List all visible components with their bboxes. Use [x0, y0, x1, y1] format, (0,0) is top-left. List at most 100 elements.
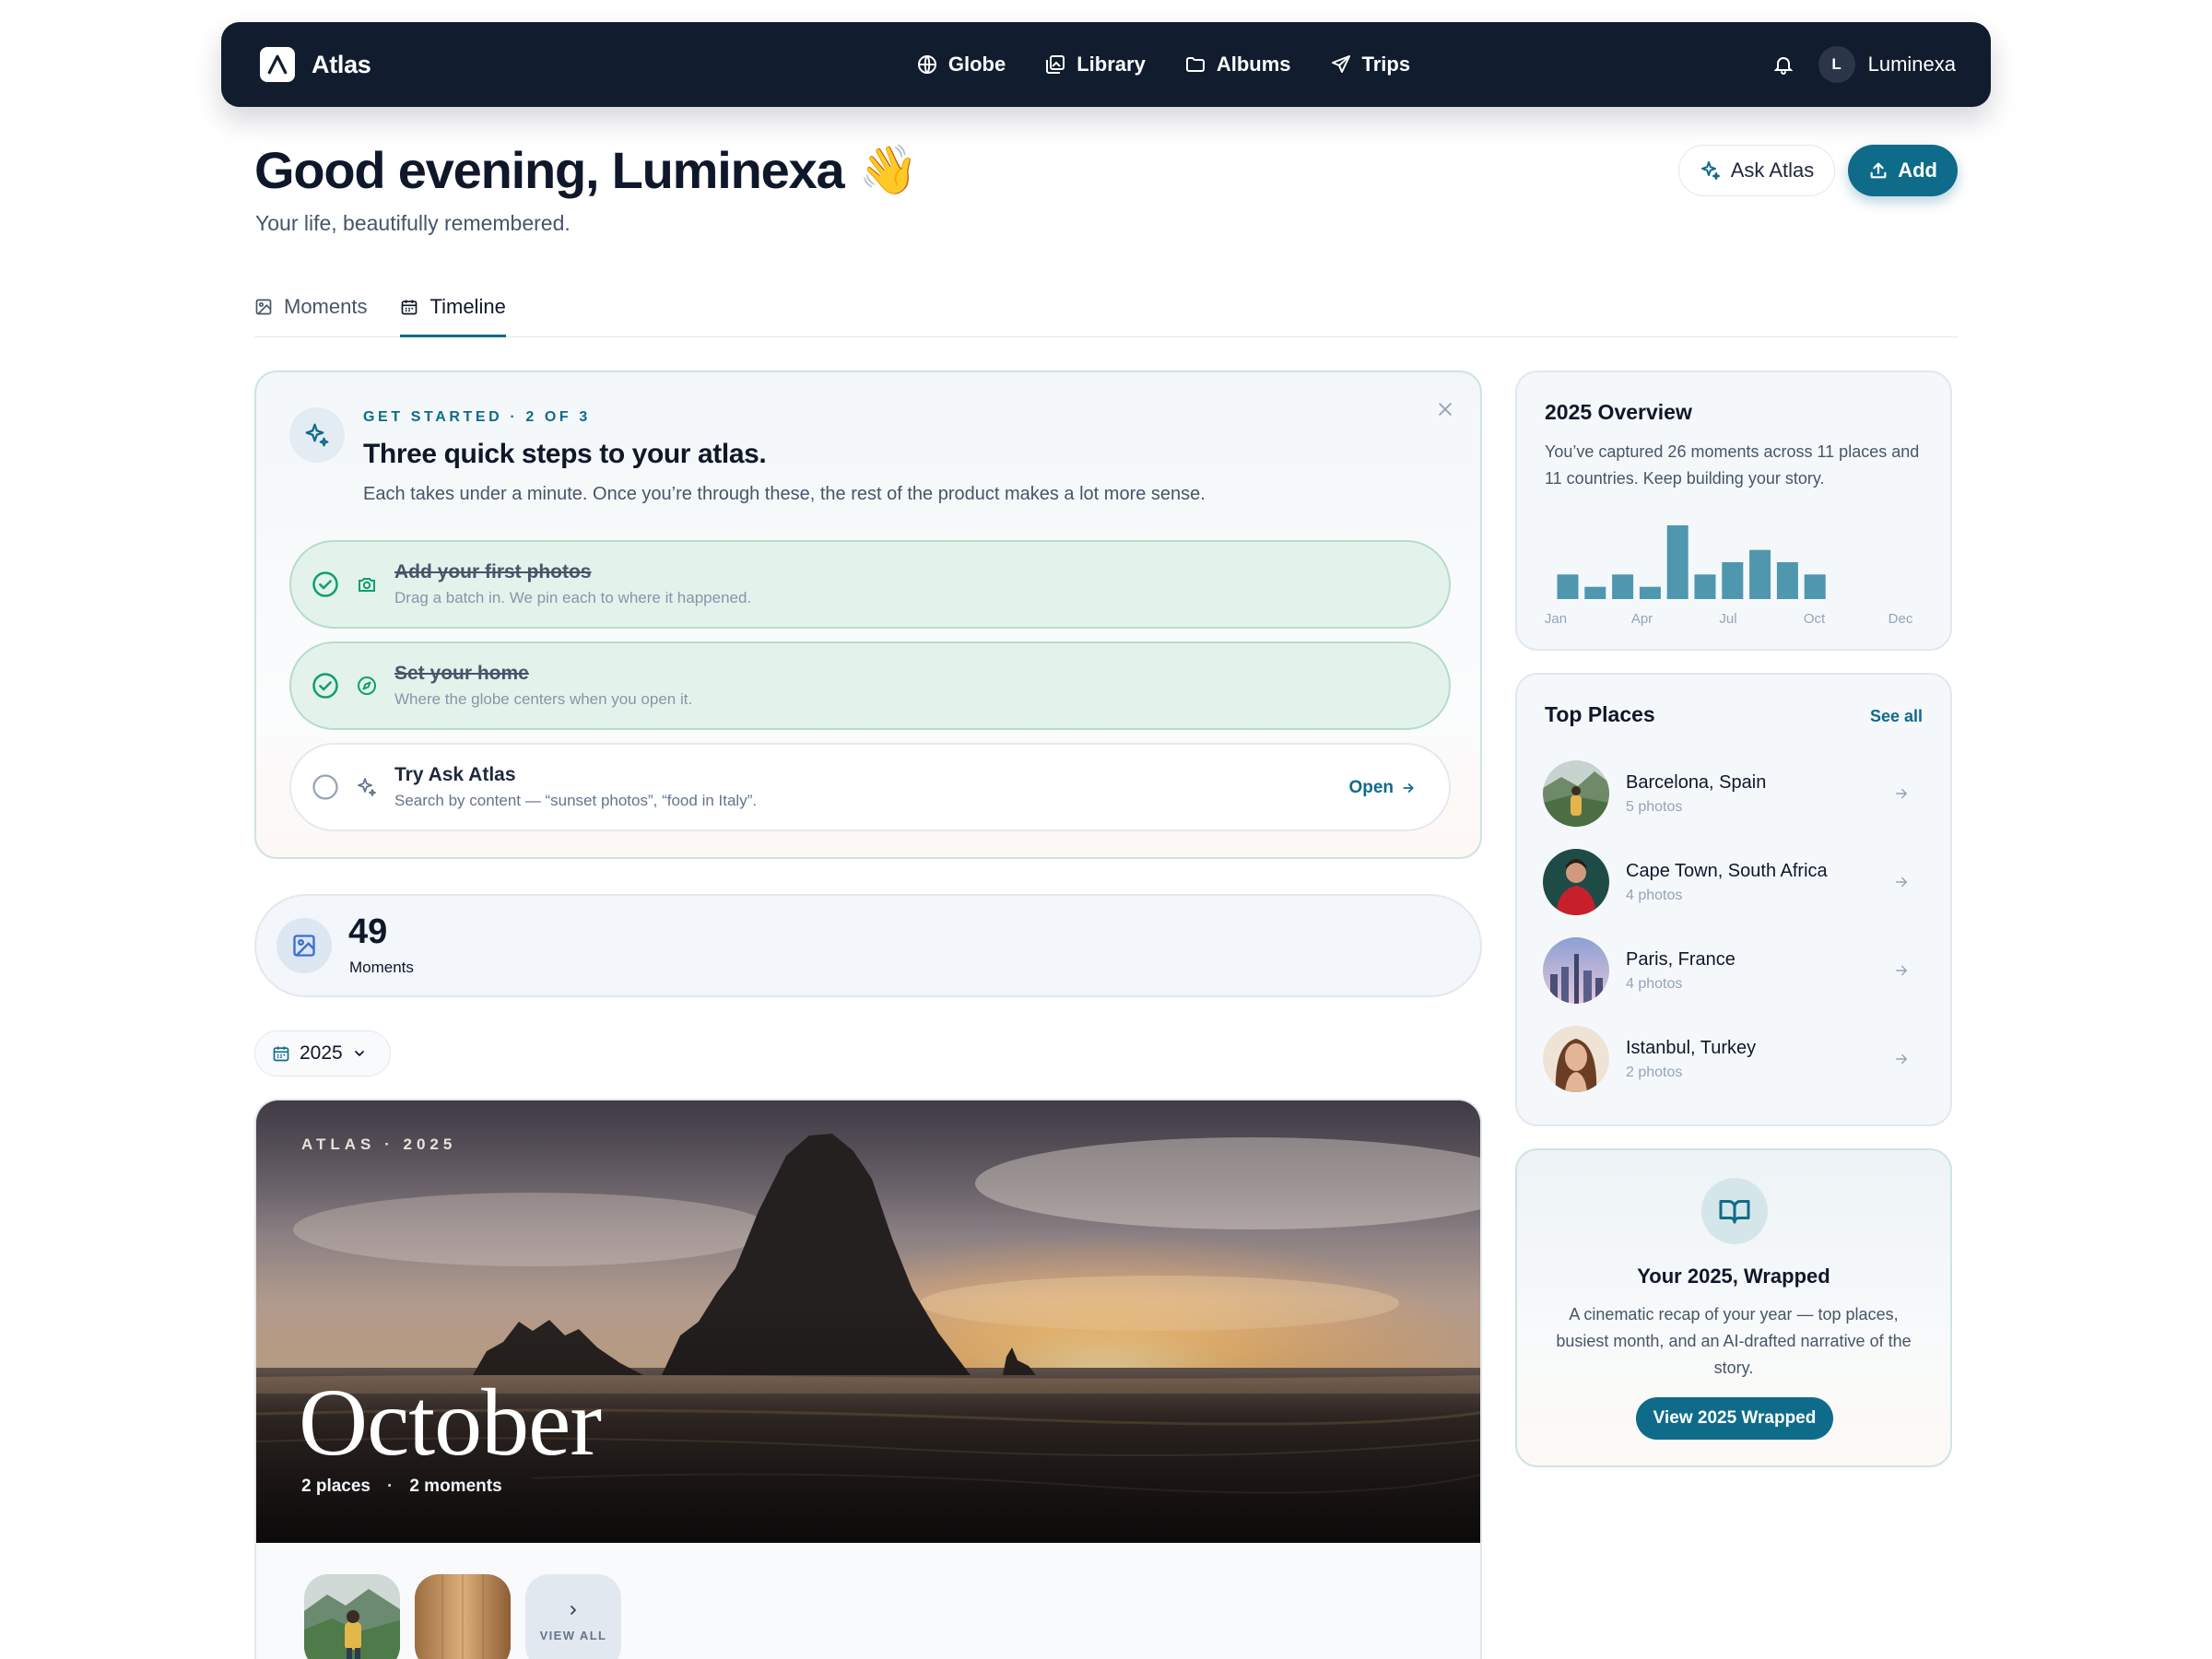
place-row[interactable]: Paris, France 4 photos [1543, 936, 1930, 1005]
library-icon [1044, 53, 1066, 76]
sparkles-icon [354, 774, 380, 800]
hero-sunset-photo: ATLAS · 2025 October 2 places · 2 moment… [256, 1100, 1480, 1543]
book-open-icon [1701, 1178, 1768, 1244]
step-subtitle: Where the globe centers when you open it… [394, 690, 693, 708]
bell-icon[interactable] [1772, 53, 1794, 76]
add-button[interactable]: Add [1848, 145, 1958, 196]
add-label: Add [1898, 159, 1937, 182]
place-photo-cape-town [1543, 849, 1609, 915]
place-photo-paris [1543, 937, 1609, 1004]
compass-icon [354, 673, 380, 699]
step-title: Set your home [394, 663, 529, 684]
send-icon [1330, 53, 1352, 76]
get-started-description: Each takes under a minute. Once you’re t… [363, 484, 1206, 504]
view-wrapped-button[interactable]: View 2025 Wrapped [1636, 1397, 1833, 1440]
moments-count: 2 moments [409, 1477, 502, 1496]
nav-right: L Luminexa [1587, 46, 1956, 83]
top-places-title: Top Places [1545, 702, 1655, 726]
nav-link-library[interactable]: Library [1044, 53, 1146, 76]
header-actions: Ask Atlas Add [1677, 145, 1958, 196]
separator: · [387, 1477, 394, 1496]
step-try-ask-atlas[interactable]: Try Ask Atlas Search by content — “sunse… [289, 743, 1451, 831]
tab-timeline[interactable]: Timeline [400, 288, 506, 337]
step-text: Try Ask Atlas Search by content — “sunse… [394, 764, 757, 810]
sparkles-icon [1700, 159, 1722, 182]
sparkles-icon [289, 407, 345, 463]
month-card-october[interactable]: ATLAS · 2025 October 2 places · 2 moment… [254, 1099, 1482, 1659]
open-label: Open [1348, 778, 1394, 797]
globe-icon [916, 53, 938, 76]
chart-bar-apr [1639, 586, 1661, 599]
brand[interactable]: Atlas [260, 47, 629, 82]
close-icon[interactable] [1436, 400, 1454, 418]
arrow-right-icon [1893, 1051, 1910, 1067]
get-started-title: Three quick steps to your atlas. [363, 439, 767, 469]
place-row[interactable]: Barcelona, Spain 5 photos [1543, 759, 1930, 828]
place-count: 2 photos [1626, 1064, 1683, 1080]
chart-bar-feb [1584, 586, 1606, 599]
step-set-home[interactable]: Set your home Where the globe centers wh… [289, 641, 1451, 730]
place-count: 4 photos [1626, 887, 1683, 903]
see-all-link[interactable]: See all [1870, 707, 1923, 726]
top-places-card: Top Places See all Barcelona, Spain 5 ph… [1515, 673, 1952, 1126]
chart-tick-label: Dec [1888, 611, 1913, 627]
chart-tick-label: Jan [1545, 611, 1567, 627]
place-name: Paris, France [1626, 948, 1735, 970]
brand-name: Atlas [312, 50, 371, 78]
nav-link-globe[interactable]: Globe [916, 53, 1006, 76]
arrow-right-icon [1893, 874, 1910, 890]
greeting: Good evening, Luminexa 👋 [254, 140, 918, 200]
chart-bar-aug [1749, 549, 1771, 599]
place-row[interactable]: Istanbul, Turkey 2 photos [1543, 1025, 1930, 1093]
open-link[interactable]: Open [1348, 778, 1416, 798]
arrow-right-icon [1893, 785, 1910, 802]
calendar-icon [272, 1044, 290, 1063]
step-add-photos[interactable]: Add your first photos Drag a batch in. W… [289, 540, 1451, 629]
moments-label: Moments [349, 959, 414, 976]
place-photo-istanbul [1543, 1026, 1609, 1092]
nav-link-label: Library [1077, 53, 1146, 76]
nav-links: Globe Library Albums Trips [629, 53, 1587, 76]
year-value: 2025 [300, 1042, 343, 1064]
nav-link-trips[interactable]: Trips [1330, 53, 1411, 76]
chart-bar-mar [1612, 574, 1634, 599]
place-count: 5 photos [1626, 798, 1683, 815]
thumbnail-wood-photo[interactable] [415, 1574, 511, 1659]
month-thumbnails: VIEW ALL [304, 1574, 621, 1659]
chevron-right-icon [566, 1603, 581, 1618]
ask-atlas-button[interactable]: Ask Atlas [1677, 145, 1836, 196]
hero-meta: 2 places · 2 moments [301, 1477, 502, 1497]
view-all-button[interactable]: VIEW ALL [525, 1574, 621, 1659]
overview-title: 2025 Overview [1545, 400, 1692, 424]
place-row[interactable]: Cape Town, South Africa 4 photos [1543, 848, 1930, 916]
step-title: Try Ask Atlas [394, 764, 516, 785]
tab-moments[interactable]: Moments [254, 288, 367, 337]
avatar: L [1818, 46, 1855, 83]
place-text: Barcelona, Spain 5 photos [1626, 772, 1893, 816]
nav-link-albums[interactable]: Albums [1184, 53, 1291, 76]
step-title: Add your first photos [394, 561, 592, 582]
places-count: 2 places [301, 1477, 371, 1496]
overview-description: You’ve captured 26 moments across 11 pla… [1545, 442, 1920, 488]
wrapped-title: Your 2025, Wrapped [1637, 1265, 1830, 1288]
nav-link-label: Trips [1361, 53, 1411, 76]
arrow-right-icon [1401, 781, 1416, 795]
wrapped-card: Your 2025, Wrapped A cinematic recap of … [1515, 1148, 1952, 1467]
hero-eyebrow: ATLAS · 2025 [301, 1135, 457, 1153]
user-menu[interactable]: L Luminexa [1818, 46, 1956, 83]
atlas-logo-icon [260, 47, 295, 82]
folder-icon [1184, 53, 1206, 76]
year-select[interactable]: 2025 [254, 1030, 391, 1077]
ask-atlas-label: Ask Atlas [1730, 159, 1815, 182]
page-subtitle: Your life, beautifully remembered. [255, 211, 571, 235]
tab-label: Timeline [429, 295, 506, 318]
chart-bar-jul [1722, 562, 1744, 599]
get-started-card: GET STARTED · 2 OF 3 Three quick steps t… [254, 371, 1482, 859]
step-subtitle: Drag a batch in. We pin each to where it… [394, 589, 752, 606]
chart-tick-label: Oct [1804, 611, 1826, 627]
place-count: 4 photos [1626, 975, 1683, 992]
thumbnail-hiker-photo[interactable] [304, 1574, 400, 1659]
place-name: Cape Town, South Africa [1626, 860, 1828, 881]
image-icon [276, 918, 332, 973]
step-text: Set your home Where the globe centers wh… [394, 663, 692, 709]
